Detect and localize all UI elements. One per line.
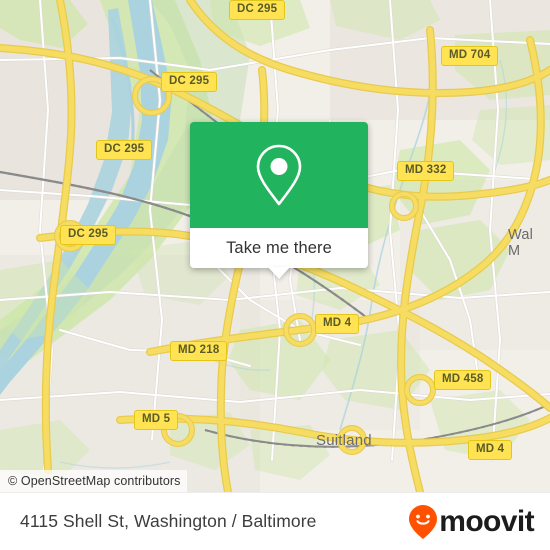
road-shield: DC 295 (161, 72, 218, 92)
moovit-brand[interactable]: moovit (408, 504, 535, 540)
place-label-suitland: Suitland (316, 432, 372, 449)
road-shield: MD 4 (315, 314, 360, 334)
moovit-wordmark: moovit (439, 504, 534, 538)
road-shield: MD 218 (170, 341, 228, 361)
road-shield: DC 295 (96, 140, 153, 160)
road-shield: DC 295 (60, 225, 117, 245)
card-marker-area (190, 122, 368, 228)
place-label-walker-mill: Wal (508, 227, 534, 243)
address-text: 4115 Shell St, Washington / Baltimore (20, 511, 317, 531)
map-pin-icon (256, 144, 302, 206)
road-shield: MD 4 (468, 440, 513, 460)
road-shield: MD 458 (434, 370, 492, 390)
moovit-map-page: .water { fill:#aad3df; } .wline { stroke… (0, 0, 550, 550)
take-me-there-label[interactable]: Take me there (190, 228, 368, 268)
road-shield: MD 5 (134, 410, 179, 430)
place-label-walker-mill-line2: M (508, 243, 521, 259)
moovit-smiling-pin-icon (409, 504, 438, 539)
road-shield: MD 704 (441, 46, 499, 66)
footer-bar: 4115 Shell St, Washington / Baltimore mo… (0, 492, 550, 550)
road-shield: DC 295 (229, 0, 286, 20)
card-pointer-tail (268, 267, 290, 279)
osm-attribution[interactable]: © OpenStreetMap contributors (0, 470, 187, 492)
take-me-there-card[interactable]: Take me there (190, 122, 368, 279)
road-shield: MD 332 (397, 161, 455, 181)
